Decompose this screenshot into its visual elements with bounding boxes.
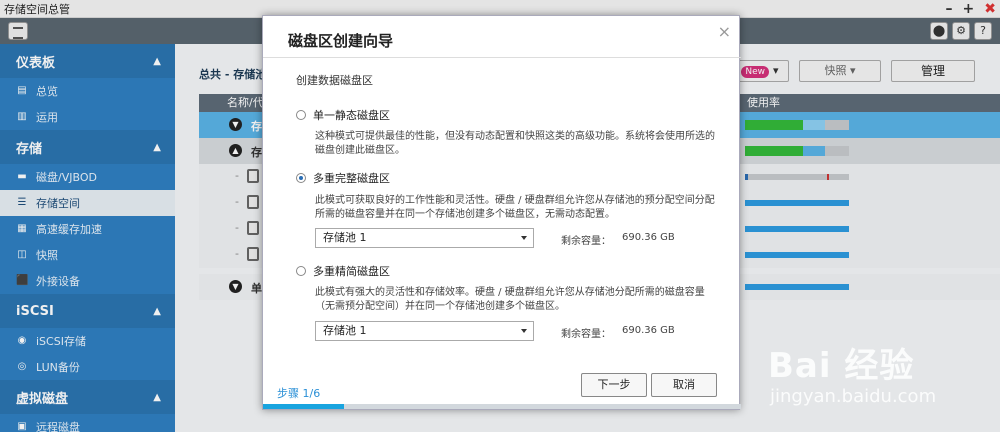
watermark-url: jingyan.baidu.com: [770, 386, 937, 407]
option-description: 此模式可获取良好的工作性能和灵活性。硬盘 / 硬盘群组允许您从存储池的预分配空间…: [315, 195, 715, 220]
radio-button[interactable]: [296, 266, 306, 276]
pool-select[interactable]: 存储池 1: [315, 228, 534, 248]
dialog-subtitle: 创建数据磁盘区: [296, 74, 373, 87]
close-icon[interactable]: ×: [718, 22, 731, 41]
wizard-progress-bar: [263, 404, 741, 409]
chevron-down-icon: [521, 329, 527, 333]
cancel-button[interactable]: 取消: [651, 373, 717, 397]
pool-select[interactable]: 存储池 1: [315, 321, 534, 341]
watermark-brand: Bai 经验: [768, 346, 915, 386]
step-indicator: 步骤 1/6: [277, 387, 321, 400]
remaining-value: 690.36 GB: [622, 325, 675, 336]
next-button[interactable]: 下一步: [581, 373, 647, 397]
volume-wizard-dialog: 磁盘区创建向导 × 创建数据磁盘区 单一静态磁盘区 这种模式可提供最佳的性能，但…: [262, 15, 741, 410]
remaining-label: 剩余容量：: [561, 236, 611, 247]
option-description: 这种模式可提供最佳的性能，但没有动态配置和快照这类的高级功能。系统将会使用所选的…: [315, 131, 715, 156]
option-multi-thin[interactable]: 多重精简磁盘区: [296, 263, 390, 279]
radio-button[interactable]: [296, 110, 306, 120]
dialog-title: 磁盘区创建向导: [288, 32, 394, 50]
progress-fill: [263, 404, 345, 409]
radio-button-selected[interactable]: [296, 173, 306, 183]
chevron-down-icon: [521, 236, 527, 240]
remaining-label: 剩余容量：: [561, 329, 611, 340]
remaining-value: 690.36 GB: [622, 232, 675, 243]
option-multi-thick[interactable]: 多重完整磁盘区: [296, 170, 390, 186]
divider: [263, 57, 741, 58]
baidu-watermark: Bai 经验 jingyan.baidu.com: [760, 328, 995, 408]
option-description: 此模式有强大的灵活性和存储效率。硬盘 / 硬盘群组允许您从存储池分配所需的磁盘容…: [315, 287, 705, 312]
option-single-static[interactable]: 单一静态磁盘区: [296, 107, 390, 123]
